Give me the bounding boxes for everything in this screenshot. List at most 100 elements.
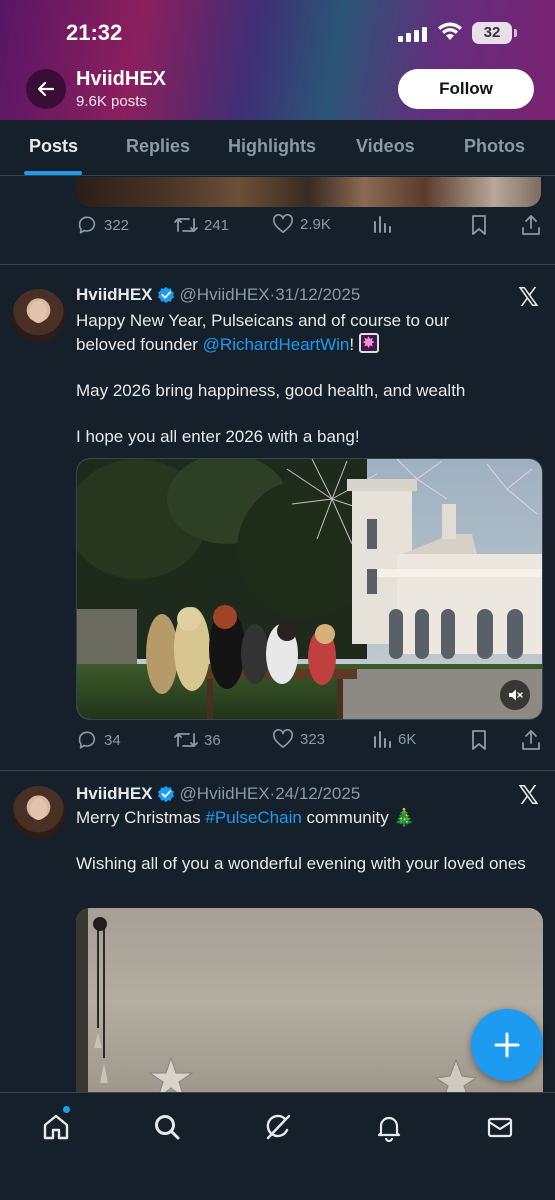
- heart-icon: [273, 729, 293, 748]
- fireworks-emoji-icon: [358, 331, 379, 355]
- nav-notifications[interactable]: [371, 1109, 407, 1145]
- repost-count: 241: [204, 216, 230, 234]
- back-button[interactable]: [26, 69, 66, 109]
- wifi-icon: [438, 22, 462, 40]
- video-frame: [77, 459, 542, 719]
- home-icon: [43, 1114, 69, 1140]
- search-icon: [155, 1115, 180, 1140]
- post-author[interactable]: HviidHEX: [76, 285, 153, 305]
- notification-dot: [62, 1105, 71, 1114]
- like-button[interactable]: 323: [272, 729, 325, 749]
- grok-icon: [266, 1114, 291, 1140]
- hashtag-link[interactable]: #PulseChain: [205, 808, 301, 827]
- profile-name: HviidHEX: [76, 68, 167, 90]
- reply-icon: [78, 731, 96, 749]
- avatar[interactable]: [12, 289, 65, 342]
- share-button[interactable]: [521, 214, 541, 236]
- plus-icon: [494, 1032, 520, 1058]
- post-text-line: beloved founder @RichardHeartWin!: [76, 331, 536, 357]
- post-divider: [0, 264, 555, 265]
- like-count: 323: [300, 730, 326, 748]
- views-icon: [374, 731, 391, 748]
- repost-button[interactable]: 36: [174, 729, 221, 751]
- post-handle[interactable]: @HviidHEX: [180, 784, 270, 804]
- status-time: 21:32: [66, 20, 123, 45]
- views-button[interactable]: [372, 214, 392, 234]
- share-icon: [522, 730, 540, 750]
- mention-link[interactable]: @RichardHeartWin: [203, 335, 350, 354]
- post-text: Happy New Year, Pulseicans and of course…: [76, 309, 536, 449]
- views-button[interactable]: 6K: [372, 729, 416, 749]
- post-author[interactable]: HviidHEX: [76, 784, 153, 804]
- compose-button[interactable]: [471, 1009, 543, 1081]
- post-media[interactable]: [76, 908, 543, 1098]
- profile-post-count: 9.6K posts: [76, 93, 147, 110]
- post-video[interactable]: [76, 458, 543, 720]
- bookmark-button[interactable]: [470, 214, 488, 236]
- post-text-line: Merry Christmas #PulseChain community 🎄: [76, 806, 536, 830]
- post-media[interactable]: [76, 177, 541, 207]
- reply-icon: [78, 216, 96, 234]
- profile-header: 21:32 32 HviidHEX 9.6K posts Follow: [0, 0, 555, 120]
- views-icon: [374, 216, 391, 233]
- nav-messages[interactable]: [482, 1109, 518, 1145]
- post-actions: 322 241 2.9K: [76, 214, 546, 242]
- post-date[interactable]: 24/12/2025: [275, 784, 360, 804]
- status-bar: 21:32 32: [0, 18, 555, 50]
- repost-count: 36: [204, 731, 221, 749]
- tab-videos[interactable]: Videos: [356, 136, 415, 157]
- post-text-fragment: community: [301, 808, 394, 827]
- active-tab-indicator: [24, 171, 82, 175]
- post-handle[interactable]: @HviidHEX: [180, 285, 270, 305]
- post-header: HviidHEX @HviidHEX · 24/12/2025: [76, 784, 360, 804]
- bookmark-icon: [472, 730, 486, 750]
- battery-indicator: 32: [472, 22, 517, 44]
- reply-button[interactable]: 34: [76, 729, 121, 751]
- signal-icon: [398, 26, 427, 42]
- post-text: Merry Christmas #PulseChain community 🎄 …: [76, 806, 536, 876]
- post-text-line: Wishing all of you a wonderful evening w…: [76, 854, 526, 873]
- tab-replies[interactable]: Replies: [126, 136, 190, 157]
- post-text-fragment: beloved founder: [76, 335, 203, 354]
- post-text-line: Happy New Year, Pulseicans and of course…: [76, 311, 450, 330]
- reply-count: 322: [104, 216, 130, 234]
- views-count: 6K: [398, 730, 417, 748]
- bookmark-button[interactable]: [470, 729, 488, 751]
- post-date[interactable]: 31/12/2025: [275, 285, 360, 305]
- post-text-fragment: !: [349, 335, 355, 354]
- muted-speaker-icon: [509, 689, 523, 701]
- bottom-navigation: [0, 1092, 555, 1200]
- nav-grok[interactable]: [260, 1109, 296, 1145]
- christmas-tree-emoji: 🎄: [393, 808, 415, 828]
- post-divider: [0, 770, 555, 771]
- verified-badge-icon: [157, 286, 174, 304]
- like-button[interactable]: 2.9K: [272, 214, 331, 234]
- post-text-line: I hope you all enter 2026 with a bang!: [76, 427, 360, 446]
- nav-home[interactable]: [38, 1109, 74, 1145]
- repost-icon: [174, 733, 198, 747]
- post-text-line: May 2026 bring happiness, good health, a…: [76, 381, 466, 400]
- repost-icon: [174, 218, 198, 232]
- verified-badge-icon: [157, 785, 174, 803]
- bell-icon: [377, 1116, 401, 1142]
- mail-icon: [487, 1117, 513, 1138]
- follow-button[interactable]: Follow: [398, 69, 534, 109]
- tab-highlights[interactable]: Highlights: [228, 136, 316, 157]
- heart-icon: [273, 214, 293, 233]
- tab-photos[interactable]: Photos: [464, 136, 525, 157]
- reply-count: 34: [104, 731, 121, 749]
- bookmark-icon: [472, 215, 486, 235]
- tab-posts[interactable]: Posts: [29, 136, 78, 157]
- nav-search[interactable]: [149, 1109, 185, 1145]
- mute-button[interactable]: [500, 680, 530, 710]
- avatar[interactable]: [12, 786, 65, 839]
- image-frame: [76, 908, 478, 1098]
- repost-button[interactable]: 241: [174, 214, 229, 236]
- share-button[interactable]: [521, 729, 541, 751]
- like-count: 2.9K: [300, 215, 331, 233]
- post-header: HviidHEX @HviidHEX · 31/12/2025: [76, 285, 360, 305]
- share-icon: [522, 215, 540, 235]
- post-actions: 34 36 323 6K: [76, 729, 546, 757]
- reply-button[interactable]: 322: [76, 214, 129, 236]
- arrow-left-icon: [37, 81, 55, 97]
